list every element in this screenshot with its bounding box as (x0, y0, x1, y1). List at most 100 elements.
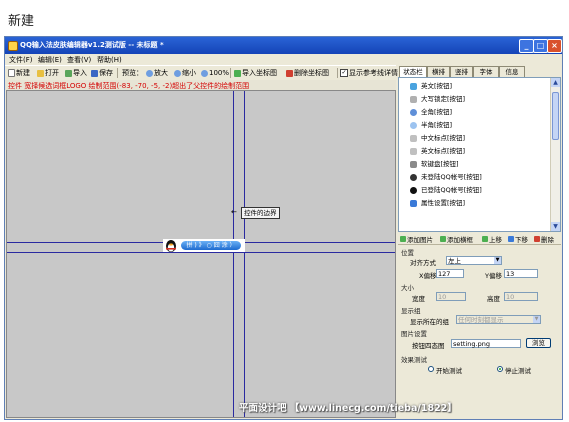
width-field[interactable]: 10 (436, 292, 466, 301)
scroll-up-icon[interactable]: ▲ (551, 78, 560, 87)
full-width-icon (410, 109, 417, 116)
list-item[interactable]: 属性设置[按钮] (410, 198, 465, 209)
new-file-icon (8, 69, 15, 77)
boundary-tooltip: 控件的边界 (241, 207, 280, 219)
import-icon (65, 69, 72, 77)
align-dropdown[interactable]: 左上 ▼ (446, 256, 502, 265)
qq-online-icon (410, 187, 417, 194)
candidate-bar-preview[interactable]: 拼 ) 》 ○ 囧 涂 ） (163, 239, 245, 252)
height-label: 高度 (487, 295, 500, 303)
app-window: QQ输入法皮肤编辑器v1.2测试版 -- 未标题 * _ □ × 文件(F) 编… (4, 36, 563, 420)
zoom-100-button[interactable]: 100% (201, 68, 229, 78)
menu-file[interactable]: 文件(F) (9, 55, 33, 65)
effect-group-label: 效果测试 (401, 356, 427, 364)
delete-item-button[interactable]: 删除 (534, 234, 554, 244)
folder-icon (37, 69, 44, 77)
browse-button[interactable]: 浏览 (526, 338, 551, 348)
keyboard-icon (410, 161, 417, 168)
y-offset-field[interactable]: 13 (504, 269, 538, 278)
menu-help[interactable]: 帮助(H) (97, 55, 122, 65)
add-bar-button[interactable]: 添加横框 (440, 234, 473, 244)
arrow-down-icon (508, 236, 514, 242)
start-test-label: 开始测试 (436, 367, 462, 375)
guide-line-vertical[interactable] (244, 91, 245, 417)
app-icon (8, 41, 18, 51)
y-offset-label: Y偏移 (485, 272, 502, 280)
move-down-button[interactable]: 下移 (508, 234, 528, 244)
display-group-label: 显示组 (401, 307, 421, 315)
english-icon (410, 83, 417, 90)
width-label: 宽度 (412, 295, 425, 303)
height-field[interactable]: 10 (504, 292, 538, 301)
title-bar[interactable]: QQ输入法皮肤编辑器v1.2测试版 -- 未标题 * _ □ × (5, 37, 562, 54)
scroll-down-icon[interactable]: ▼ (551, 222, 560, 231)
list-scrollbar[interactable]: ▲ ▼ (550, 78, 560, 231)
status-message: 控件 宽择候选词框LOGO 绘制范围(-83, -70, -5, -2)超出了父… (5, 80, 396, 90)
minimize-button[interactable]: _ (519, 39, 534, 53)
save-button[interactable]: 保存 (91, 68, 113, 78)
checkbox-checked-icon: ✓ (340, 69, 348, 77)
display-group-dropdown[interactable]: 任何时刻都显示 ▼ (456, 315, 541, 324)
menu-view[interactable]: 查看(V) (67, 55, 91, 65)
settings-icon (410, 200, 417, 207)
import-coords-button[interactable]: 导入坐标图 (234, 68, 277, 78)
image-group-label: 图片设置 (401, 330, 427, 338)
display-group-select-label: 显示所在的组 (410, 318, 449, 326)
stop-test-radio[interactable] (497, 366, 503, 372)
open-button[interactable]: 打开 (37, 68, 59, 78)
list-item[interactable]: 半角[按钮] (410, 120, 452, 131)
preview-label: 预览： (122, 69, 143, 77)
import-coords-icon (234, 69, 241, 77)
add-image-icon (400, 236, 406, 242)
qq-offline-icon (410, 174, 417, 181)
chevron-down-icon: ▼ (494, 257, 501, 264)
align-label: 对齐方式 (410, 259, 436, 267)
panel-tabs: 状态栏 横排 竖排 字体 信息 (397, 65, 562, 78)
save-icon (91, 69, 98, 77)
add-image-button[interactable]: 添加图片 (400, 234, 433, 244)
delete-coords-button[interactable]: 删除坐标图 (286, 68, 329, 78)
arrow-left-icon: ← (231, 208, 237, 216)
list-item[interactable]: 已登陆QQ帐号[按钮] (410, 185, 482, 196)
list-item[interactable]: 软键盘[按钮] (410, 159, 459, 170)
button-image-field[interactable]: setting.png (451, 339, 521, 348)
size-group-label: 大小 (401, 284, 414, 292)
design-canvas[interactable]: ← 控件的边界 拼 ) 》 ○ 囧 涂 ） 平面设计吧 【www.linecg.… (6, 90, 457, 418)
move-up-button[interactable]: 上移 (482, 234, 502, 244)
show-ref-checkbox[interactable]: ✓ 显示参考线详情 (340, 68, 398, 78)
menu-edit[interactable]: 编辑(E) (38, 55, 62, 65)
zoom-in-button[interactable]: 放大 (146, 68, 168, 78)
list-item[interactable]: 全角[按钮] (410, 107, 452, 118)
page-caption: 新建 (8, 14, 35, 29)
maximize-button[interactable]: □ (533, 39, 548, 53)
qq-penguin-icon (166, 240, 176, 252)
close-button[interactable]: × (547, 39, 562, 53)
list-item[interactable]: 大写锁定[按钮] (410, 94, 465, 105)
caps-lock-icon (410, 96, 417, 103)
list-item[interactable]: 未登陆QQ帐号[按钮] (410, 172, 482, 183)
import-button[interactable]: 导入 (65, 68, 87, 78)
zoom-out-icon (174, 69, 181, 77)
menu-bar: 文件(F) 编辑(E) 查看(V) 帮助(H) (5, 54, 562, 65)
arrow-up-icon (482, 236, 488, 242)
guide-line-vertical[interactable] (233, 91, 234, 417)
x-offset-field[interactable]: 127 (436, 269, 464, 278)
zoom-out-button[interactable]: 缩小 (174, 68, 196, 78)
chinese-punct-icon (410, 135, 417, 142)
list-item[interactable]: 英文[按钮] (410, 81, 452, 92)
x-offset-label: X偏移 (419, 272, 437, 280)
chevron-down-icon: ▼ (533, 316, 540, 323)
start-test-radio[interactable] (428, 366, 434, 372)
new-button[interactable]: 新建 (8, 68, 30, 78)
position-group-label: 位置 (401, 249, 414, 257)
delete-icon (534, 236, 540, 242)
list-item[interactable]: 中文标点[按钮] (410, 133, 465, 144)
list-item[interactable]: 英文标点[按钮] (410, 146, 465, 157)
guide-line-horizontal[interactable] (7, 252, 395, 253)
control-list[interactable]: 英文[按钮] 大写锁定[按钮] 全角[按钮] 半角[按钮] 中文标点[按钮] 英… (398, 77, 561, 232)
window-title: QQ输入法皮肤编辑器v1.2测试版 -- 未标题 * (20, 41, 164, 49)
zoom-in-icon (146, 69, 153, 77)
scroll-thumb[interactable] (552, 92, 559, 140)
list-action-bar: 添加图片 添加横框 上移 下移 删除 (398, 233, 561, 245)
stop-test-label: 停止测试 (505, 367, 531, 375)
